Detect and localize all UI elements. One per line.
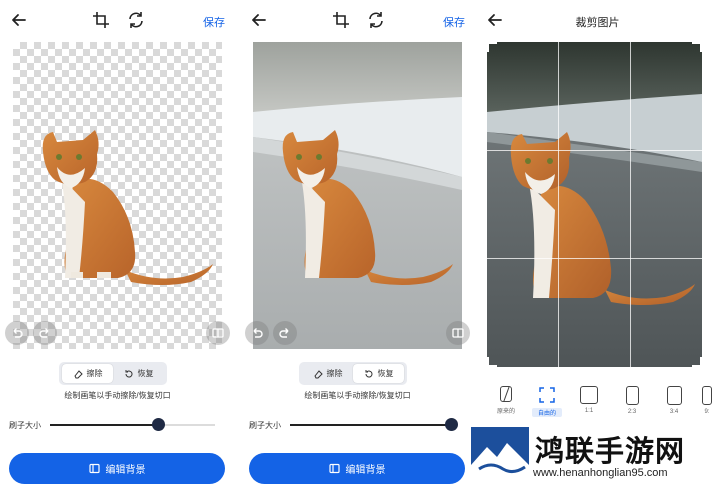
compare-button[interactable] [206, 321, 230, 345]
erase-label: 擦除 [326, 369, 343, 378]
edit-background-label: 编辑背景 [345, 465, 386, 476]
redo-button[interactable] [273, 321, 297, 345]
grid-line [487, 150, 702, 151]
redo-button[interactable] [33, 321, 57, 345]
eraser-icon [313, 369, 323, 378]
undo-icon [13, 328, 23, 338]
ratio-label: 自由的 [532, 408, 562, 417]
restore-option[interactable]: 恢复 [113, 364, 164, 383]
cat-cutout-image [42, 130, 213, 285]
slider-knob[interactable] [445, 418, 459, 431]
erase-restore-toggle: 擦除 恢复 [59, 362, 167, 385]
ratio-3-4[interactable]: 3:4 [659, 386, 689, 415]
undo-icon [253, 328, 263, 338]
rotate-icon[interactable] [366, 10, 386, 30]
crop-handle-bottom-left[interactable] [487, 357, 497, 367]
brush-size-label: 刷子大小 [249, 421, 281, 430]
slider-fill [290, 424, 452, 426]
grid-line [558, 42, 559, 367]
screenshot-stage: 保存 擦除 恢复 绘制画笔以手动擦除/恢复切口 刷子大小 编辑背景 保存 擦除 … [0, 0, 715, 485]
edit-background-button[interactable]: 编辑背景 [249, 453, 465, 484]
ratio-label: 2:3 [627, 409, 637, 415]
brush-hint: 绘制画笔以手动擦除/恢复切口 [64, 391, 171, 400]
erase-label: 擦除 [86, 369, 103, 378]
free-crop-icon [539, 387, 555, 403]
watermark-brand: 鸿联手游网 [535, 434, 686, 468]
crop-handle-top-right[interactable] [692, 42, 702, 52]
brush-size-slider[interactable] [290, 418, 459, 431]
ratio-label: 3:4 [669, 409, 679, 415]
redo-icon [279, 328, 289, 338]
slider-knob[interactable] [152, 418, 166, 431]
ratio-1-1-icon [580, 386, 598, 404]
back-arrow-icon[interactable] [9, 10, 29, 30]
back-arrow-icon[interactable] [249, 10, 269, 30]
top-bar: 保存 [240, 8, 475, 34]
redo-icon [39, 328, 49, 338]
undo-button[interactable] [5, 321, 29, 345]
panel-erase: 保存 擦除 恢复 绘制画笔以手动擦除/恢复切口 刷子大小 编辑背景 [0, 0, 235, 485]
edit-background-label: 编辑背景 [105, 465, 146, 476]
ratio-9-16[interactable]: 9: [699, 386, 715, 415]
restore-icon [364, 369, 372, 377]
page-title: 裁剪图片 [575, 17, 620, 29]
brush-hint: 绘制画笔以手动擦除/恢复切口 [304, 391, 411, 400]
compare-icon [212, 328, 224, 338]
save-button[interactable]: 保存 [203, 14, 225, 30]
restore-icon [124, 369, 132, 377]
ratio-label: 9: [704, 409, 710, 415]
crop-icon[interactable] [331, 10, 351, 30]
restore-option[interactable]: 恢复 [353, 364, 404, 383]
top-bar: 裁剪图片 [480, 8, 715, 34]
save-button[interactable]: 保存 [443, 14, 465, 30]
image-edit-icon [88, 463, 100, 474]
restore-label: 恢复 [137, 369, 154, 378]
restore-label: 恢复 [377, 369, 394, 378]
slider-fill [50, 424, 159, 426]
ratio-label: 1:1 [584, 408, 594, 414]
crop-icon[interactable] [91, 10, 111, 30]
crop-area[interactable] [487, 42, 702, 367]
image-canvas[interactable] [13, 42, 222, 349]
panel-crop: 裁剪图片 原来的 自由的 1:1 2:3 3:4 9: [480, 0, 715, 485]
top-bar: 保存 [0, 8, 235, 34]
panel-restore: 保存 擦除 恢复 绘制画笔以手动擦除/恢复切口 刷子大小 编辑背景 [240, 0, 475, 485]
image-canvas[interactable] [253, 42, 462, 349]
watermark: 鸿联手游网 www.henanhonglian95.com [467, 424, 715, 485]
erase-option[interactable]: 擦除 [62, 364, 113, 383]
erase-restore-toggle: 擦除 恢复 [299, 362, 407, 385]
compare-icon [452, 328, 464, 338]
grid-line [487, 258, 702, 259]
watermark-url: www.henanhonglian95.com [533, 467, 668, 479]
ratio-label: 原来的 [496, 409, 515, 415]
ratio-free[interactable]: 自由的 [532, 386, 562, 417]
eraser-icon [73, 369, 83, 378]
erase-option[interactable]: 擦除 [302, 364, 353, 383]
rotate-icon[interactable] [126, 10, 146, 30]
aspect-ratio-bar: 原来的 自由的 1:1 2:3 3:4 9: [480, 386, 715, 426]
crop-handle-top-left[interactable] [487, 42, 497, 52]
ratio-1-1[interactable]: 1:1 [574, 386, 604, 414]
compare-button[interactable] [446, 321, 470, 345]
ratio-original[interactable]: 原来的 [491, 386, 521, 415]
undo-button[interactable] [245, 321, 269, 345]
watermark-logo [471, 427, 529, 481]
crop-handle-bottom-right[interactable] [692, 357, 702, 367]
ratio-2-3[interactable]: 2:3 [617, 386, 647, 415]
image-edit-icon [328, 463, 340, 474]
grid-line [630, 42, 631, 367]
cat-photo-image [487, 42, 702, 367]
cat-photo-image [253, 42, 462, 349]
brush-size-slider[interactable] [50, 418, 215, 431]
edit-background-button[interactable]: 编辑背景 [9, 453, 225, 484]
ratio-9-16-icon [702, 386, 712, 405]
ratio-2-3-icon [625, 386, 639, 405]
ratio-3-4-icon [666, 386, 682, 405]
ratio-original-icon [500, 386, 512, 402]
brush-size-label: 刷子大小 [9, 421, 41, 430]
